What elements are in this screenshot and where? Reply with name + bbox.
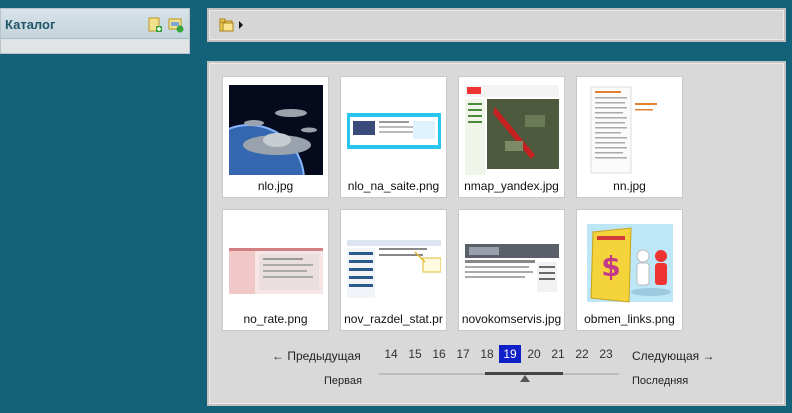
company-site-screenshot: [465, 218, 559, 308]
page-link-18[interactable]: 18: [476, 345, 498, 363]
thumbnail-name: no_rate.png: [243, 312, 308, 326]
page-link-20[interactable]: 20: [523, 345, 545, 363]
thumbnail-name: nlo_na_saite.png: [347, 179, 440, 193]
breadcrumb-toolbar: [207, 8, 786, 42]
thumbnail-name: obmen_links.png: [584, 312, 675, 326]
thumbnail-item[interactable]: nlo.jpg: [222, 76, 329, 198]
thumbnail-item[interactable]: novokomservis.jpg: [458, 209, 565, 331]
refresh-icon[interactable]: [168, 17, 184, 33]
page-link-14[interactable]: 14: [380, 345, 402, 363]
link-exchange-image: $: [583, 218, 677, 308]
ufo-space-image: [229, 85, 323, 175]
thumbnail-item[interactable]: nmap_yandex.jpg: [458, 76, 565, 198]
page-link-21[interactable]: 21: [547, 345, 569, 363]
file-gallery: nlo.jpg nlo_na_saite.png nmap_yandex.jpg…: [207, 61, 786, 406]
thumbnail-item[interactable]: nlo_na_saite.png: [340, 76, 447, 198]
thumbnail-item[interactable]: $ obmen_links.png: [576, 209, 683, 331]
pager-next-link[interactable]: Следующая →: [632, 349, 714, 363]
svg-text:$: $: [601, 250, 620, 283]
thumbnail-item[interactable]: nov_razdel_stat.pr: [340, 209, 447, 331]
thumbnail-name: nmap_yandex.jpg: [464, 179, 559, 193]
thumbnail-item[interactable]: nn.jpg: [576, 76, 683, 198]
page-link-22[interactable]: 22: [571, 345, 593, 363]
thumbnail-name: nov_razdel_stat.pr: [344, 312, 443, 326]
catalog-header: Каталог: [1, 9, 189, 39]
document-screenshot: [583, 85, 677, 175]
page-link-17[interactable]: 17: [452, 345, 474, 363]
page-link-current[interactable]: 19: [499, 345, 521, 363]
rate-table-screenshot: [229, 218, 323, 308]
catalog-panel: Каталог: [0, 8, 190, 54]
yandex-map-screenshot: [465, 85, 559, 175]
catalog-title: Каталог: [5, 17, 56, 32]
thumbnail-name: nn.jpg: [613, 179, 646, 193]
page-link-15[interactable]: 15: [404, 345, 426, 363]
page-link-16[interactable]: 16: [428, 345, 450, 363]
pager-first-link[interactable]: Первая: [324, 375, 362, 387]
add-folder-icon[interactable]: [147, 17, 163, 33]
thumbnail-name: nlo.jpg: [257, 179, 294, 193]
pager-last-link[interactable]: Последняя: [632, 375, 688, 387]
folder-icon[interactable]: [219, 18, 235, 32]
thumbnail-item[interactable]: no_rate.png: [222, 209, 329, 331]
page-link-23[interactable]: 23: [595, 345, 617, 363]
pager-prev-link[interactable]: ← Предыдущая: [272, 349, 361, 363]
website-screenshot: [347, 85, 441, 175]
pager-slider-handle[interactable]: [520, 375, 530, 382]
thumbnail-name: novokomservis.jpg: [461, 312, 562, 326]
caret-right-icon[interactable]: [239, 21, 243, 29]
new-section-screenshot: [347, 218, 441, 308]
